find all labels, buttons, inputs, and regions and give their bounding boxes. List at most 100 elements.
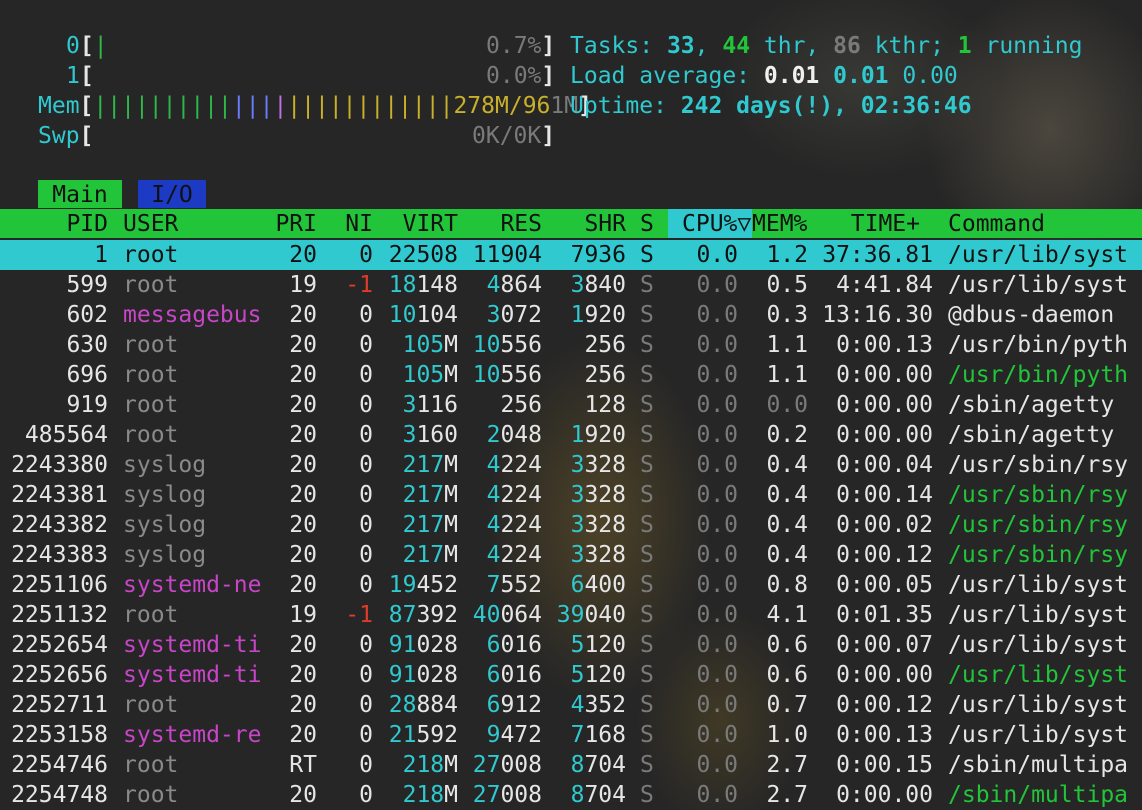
table-row[interactable]: 2243383 syslog 20 0 217M 4224 3328 S 0.0 0.4 0:00.… <box>0 540 1142 570</box>
cell-shr: 1920 <box>570 422 626 448</box>
cell-virt: 91028 <box>388 632 458 658</box>
col-user[interactable]: USER <box>123 209 178 239</box>
table-row[interactable]: 2243380 syslog 20 0 217M 4224 3328 S 0.0 0.4 0:00.… <box>0 450 1142 480</box>
table-row[interactable]: 602 messagebus 20 0 10104 3072 1920 S 0.0 0.3 13:1… <box>0 300 1142 330</box>
cell-s: S <box>640 452 654 478</box>
cell-time: 0:00.12 <box>836 542 933 568</box>
table-row[interactable]: 2252711 root 20 0 28884 6912 4352 S 0.0 0.7 0:00.1… <box>0 690 1142 720</box>
cell-virt: 19452 <box>388 572 458 598</box>
table-row[interactable]: 599 root 19 -1 18148 4864 3840 S 0.0 0.5 4:41.84/u… <box>0 270 1142 300</box>
col-ni[interactable]: NI <box>345 209 373 239</box>
table-row[interactable]: 2243382 syslog 20 0 217M 4224 3328 S 0.0 0.4 0:00.… <box>0 510 1142 540</box>
cell-virt: 218M <box>402 752 458 778</box>
cell-time: 0:00.14 <box>836 482 933 508</box>
mem-label: Mem <box>38 93 80 119</box>
uptime-value: 242 days(!), 02:36:46 <box>680 93 972 119</box>
table-row[interactable]: 630 root 20 0 105M 10556 256 S 0.0 1.1 0:00.13/usr… <box>0 330 1142 360</box>
col-pid[interactable]: PID <box>66 209 108 239</box>
tab-main[interactable]: Main <box>38 180 122 208</box>
cell-user: root <box>123 392 179 418</box>
swp-label: Swp <box>38 123 80 149</box>
cell-mem: 4.1 <box>766 602 808 628</box>
cpu0-bar: | <box>93 33 108 59</box>
table-row[interactable]: 2252656 systemd-ti 20 0 91028 6016 5120 S 0.0 0.6… <box>0 660 1142 690</box>
cell-res: 4224 <box>486 542 542 568</box>
cell-pri: RT <box>289 752 317 778</box>
cell-pri: 20 <box>289 482 317 508</box>
table-row[interactable]: 2252654 systemd-ti 20 0 91028 6016 5120 S 0.0 0.6… <box>0 630 1142 660</box>
cell-pri: 20 <box>289 662 317 688</box>
table-row[interactable]: 696 root 20 0 105M 10556 256 S 0.0 1.1 0:00.00/usr… <box>0 360 1142 390</box>
cpu1-label: 1 <box>66 63 80 89</box>
cell-res: 3072 <box>486 302 542 328</box>
tab-io[interactable]: I/O <box>138 180 206 208</box>
cell-pri: 20 <box>289 632 317 658</box>
mem-bar-cache: ||||||||||||278M/96 <box>287 93 551 119</box>
cell-command: /sbin/multipa <box>948 752 1129 778</box>
cell-virt: 22508 <box>388 242 458 268</box>
cell-mem: 2.7 <box>766 752 808 778</box>
cell-time: 0:00.04 <box>836 452 933 478</box>
cell-shr: 128 <box>584 392 626 418</box>
cell-mem: 1.1 <box>766 362 808 388</box>
col-time[interactable]: TIME+ <box>851 209 920 239</box>
cell-shr: 3840 <box>570 272 626 298</box>
cell-pri: 20 <box>289 302 317 328</box>
col-command[interactable]: Command <box>948 209 1045 239</box>
cell-pid: 630 <box>66 332 108 358</box>
col-virt[interactable]: VIRT <box>403 209 458 239</box>
table-row[interactable]: 2254746 root RT 0 218M 27008 8704 S 0.0 2.7 0:00.1… <box>0 750 1142 780</box>
cell-mem: 0.4 <box>766 482 808 508</box>
cell-user: systemd-ne <box>123 572 262 598</box>
cell-s: S <box>640 392 654 418</box>
col-state[interactable]: S <box>640 209 654 239</box>
tasks-line: Tasks: 33, 44 thr, 86 kthr; 1 running <box>570 33 1083 59</box>
cell-s: S <box>640 602 654 628</box>
table-row[interactable]: 2253158 systemd-re 20 0 21592 9472 7168 S 0.0 1.0… <box>0 720 1142 750</box>
cell-res: 6912 <box>486 692 542 718</box>
cell-res: 7552 <box>486 572 542 598</box>
cell-mem: 0.8 <box>766 572 808 598</box>
cell-cpu: 0.0 <box>696 722 738 748</box>
cell-res: 4224 <box>486 452 542 478</box>
table-row[interactable]: 919 root 20 0 3116 256 128 S 0.0 0.0 0:00.00/sbin/… <box>0 390 1142 420</box>
table-row[interactable]: 2254748 root 20 0 218M 27008 8704 S 0.0 2.7 0:00.0… <box>0 780 1142 810</box>
cell-pri: 20 <box>289 512 317 538</box>
col-pri[interactable]: PRI <box>275 209 317 239</box>
cell-shr: 3328 <box>570 542 626 568</box>
cell-shr: 8704 <box>570 782 626 808</box>
cell-mem: 0.3 <box>766 302 808 328</box>
table-row[interactable]: 2243381 syslog 20 0 217M 4224 3328 S 0.0 0.4 0:00.… <box>0 480 1142 510</box>
cell-pid: 2243382 <box>11 512 108 538</box>
cell-virt: 10104 <box>388 302 458 328</box>
cell-s: S <box>640 692 654 718</box>
cell-shr: 3328 <box>570 452 626 478</box>
cell-s: S <box>640 722 654 748</box>
cell-cpu: 0.0 <box>696 752 738 778</box>
cell-virt: 105M <box>402 362 458 388</box>
table-row[interactable]: 2251132 root 19 -1 87392 40064 39040 S 0.0 4.1 0:0… <box>0 600 1142 630</box>
col-mem[interactable]: MEM% <box>752 209 807 239</box>
table-row[interactable]: 485564 root 20 0 3160 2048 1920 S 0.0 0.2 0:00.00 /… <box>0 420 1142 450</box>
cell-pid: 1 <box>94 242 108 268</box>
cell-pri: 20 <box>289 242 317 268</box>
load-5min: 0.01 <box>833 63 889 89</box>
col-cpu[interactable]: CPU%▽ <box>682 209 751 239</box>
col-res[interactable]: RES <box>500 209 542 239</box>
cell-user: root <box>123 242 179 268</box>
cell-shr: 8704 <box>570 752 626 778</box>
tasks-count: 33 <box>666 33 695 59</box>
col-shr[interactable]: SHR <box>584 209 626 239</box>
cell-s: S <box>640 422 654 448</box>
table-row[interactable]: 1 root 20 0 22508 11904 7936 S 0.0 1.2 37:36.81/us… <box>0 240 1142 270</box>
cell-pid: 599 <box>66 272 108 298</box>
cell-virt: 87392 <box>388 602 458 628</box>
cell-time: 0:01.35 <box>836 602 933 628</box>
cell-res: 10556 <box>472 362 542 388</box>
cell-pid: 2243383 <box>11 542 108 568</box>
cell-pid: 2253158 <box>11 722 108 748</box>
table-row[interactable]: 2251106 systemd-ne 20 0 19452 7552 6400 S 0.0 0.8… <box>0 570 1142 600</box>
cell-mem: 1.0 <box>766 722 808 748</box>
cell-time: 0:00.02 <box>836 512 933 538</box>
cell-res: 10556 <box>472 332 542 358</box>
